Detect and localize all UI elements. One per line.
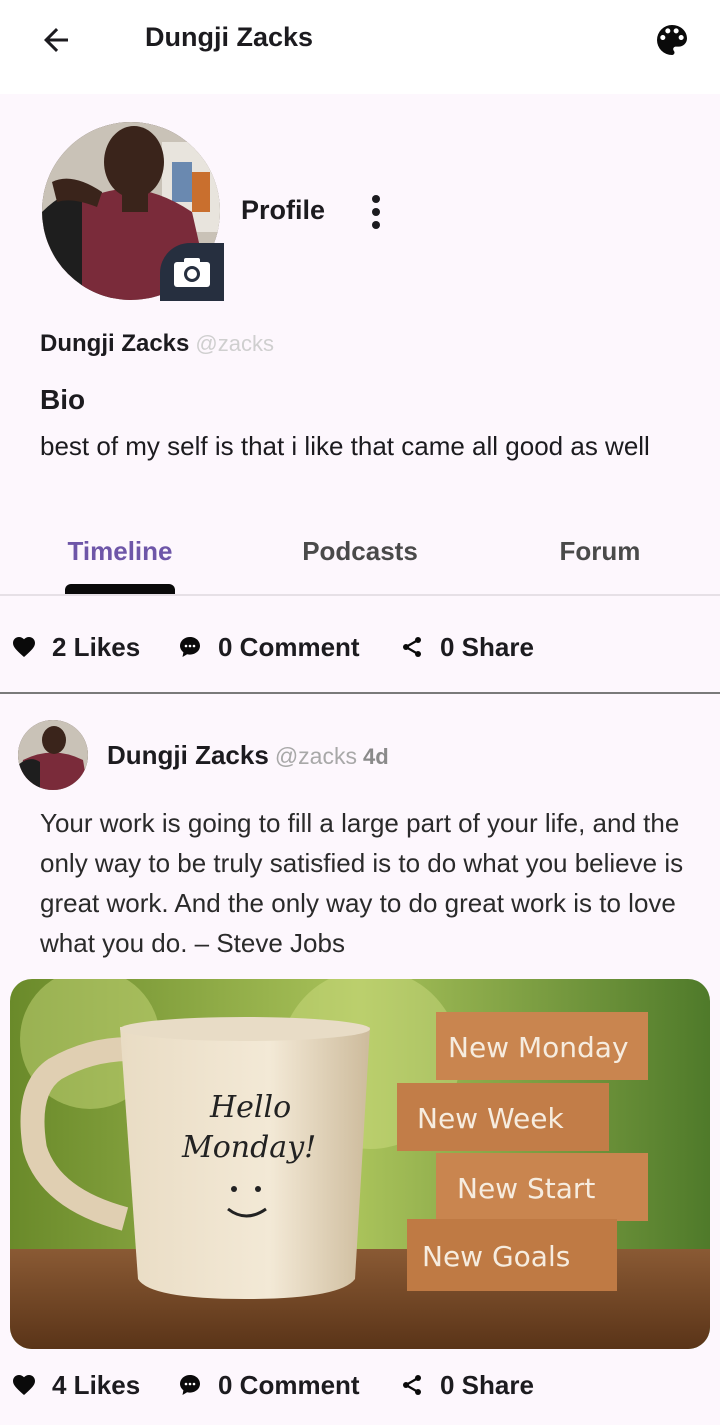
block-new-monday: New Monday <box>448 1031 629 1064</box>
shares-count: 0 Share <box>440 631 534 662</box>
post-comments-count: 0 Comment <box>218 1369 360 1400</box>
back-button[interactable] <box>32 18 80 62</box>
heart-icon <box>13 637 35 657</box>
app-bar: Dungji Zacks <box>0 0 720 94</box>
profile-label: Profile <box>241 195 326 225</box>
block-new-start: New Start <box>457 1172 595 1205</box>
palette-icon <box>657 25 687 55</box>
post-timestamp: 4d <box>362 744 389 769</box>
post-header: Dungji Zacks @zacks 4d <box>107 740 389 771</box>
heart-icon <box>13 1375 35 1395</box>
app-bar-title: Dungji Zacks <box>145 22 314 52</box>
comment-icon <box>180 637 200 657</box>
tab-timeline[interactable]: Timeline <box>0 536 240 567</box>
likes-count: 2 Likes <box>52 631 141 662</box>
more-options-button[interactable] <box>356 188 396 236</box>
post-shares-count: 0 Share <box>440 1369 534 1400</box>
comments-count: 0 Comment <box>218 631 360 662</box>
share-icon <box>403 637 421 657</box>
profile-name: Dungji Zacks <box>40 330 190 357</box>
tab-forum[interactable]: Forum <box>480 536 720 567</box>
bio-text: best of my self is that i like that came… <box>40 431 650 461</box>
post-stats-bar: 4 Likes 0 Comment 0 Share <box>12 1365 712 1405</box>
mug-text-monday: Monday! <box>181 1130 316 1165</box>
post-image[interactable]: Hello Monday! New Monday New Week New St… <box>10 979 710 1349</box>
post-like-button[interactable]: 4 Likes <box>12 1365 140 1405</box>
post-author-name[interactable]: Dungji Zacks <box>107 740 269 770</box>
profile-stats-bar: 2 Likes 0 Comment 0 Share <box>12 627 712 667</box>
block-new-goals: New Goals <box>422 1240 570 1273</box>
change-photo-button[interactable] <box>160 243 224 301</box>
bio-heading: Bio <box>40 384 86 415</box>
block-new-week: New Week <box>417 1102 564 1135</box>
share-icon <box>403 1375 421 1395</box>
comment-button[interactable]: 0 Comment <box>178 627 360 667</box>
tab-podcasts[interactable]: Podcasts <box>240 536 480 567</box>
post-author-avatar[interactable] <box>18 720 88 790</box>
section-divider <box>0 692 720 694</box>
like-button[interactable]: 2 Likes <box>12 627 140 667</box>
comment-icon <box>180 1375 200 1395</box>
theme-button[interactable] <box>648 18 696 62</box>
arrow-back-icon <box>44 28 68 52</box>
camera-icon <box>174 258 210 287</box>
mug-text-hello: Hello <box>209 1090 291 1125</box>
post-author-handle: @zacks <box>274 743 357 769</box>
more-vert-icon <box>372 195 380 229</box>
post-share-button[interactable]: 0 Share <box>400 1365 534 1405</box>
share-button[interactable]: 0 Share <box>400 627 534 667</box>
tab-indicator <box>65 584 175 594</box>
profile-handle: @zacks <box>195 331 274 356</box>
post-comment-button[interactable]: 0 Comment <box>178 1365 360 1405</box>
post-text: Your work is going to fill a large part … <box>40 808 684 958</box>
post-likes-count: 4 Likes <box>52 1369 141 1400</box>
profile-name-row: Dungji Zacks @zacks <box>40 330 274 358</box>
